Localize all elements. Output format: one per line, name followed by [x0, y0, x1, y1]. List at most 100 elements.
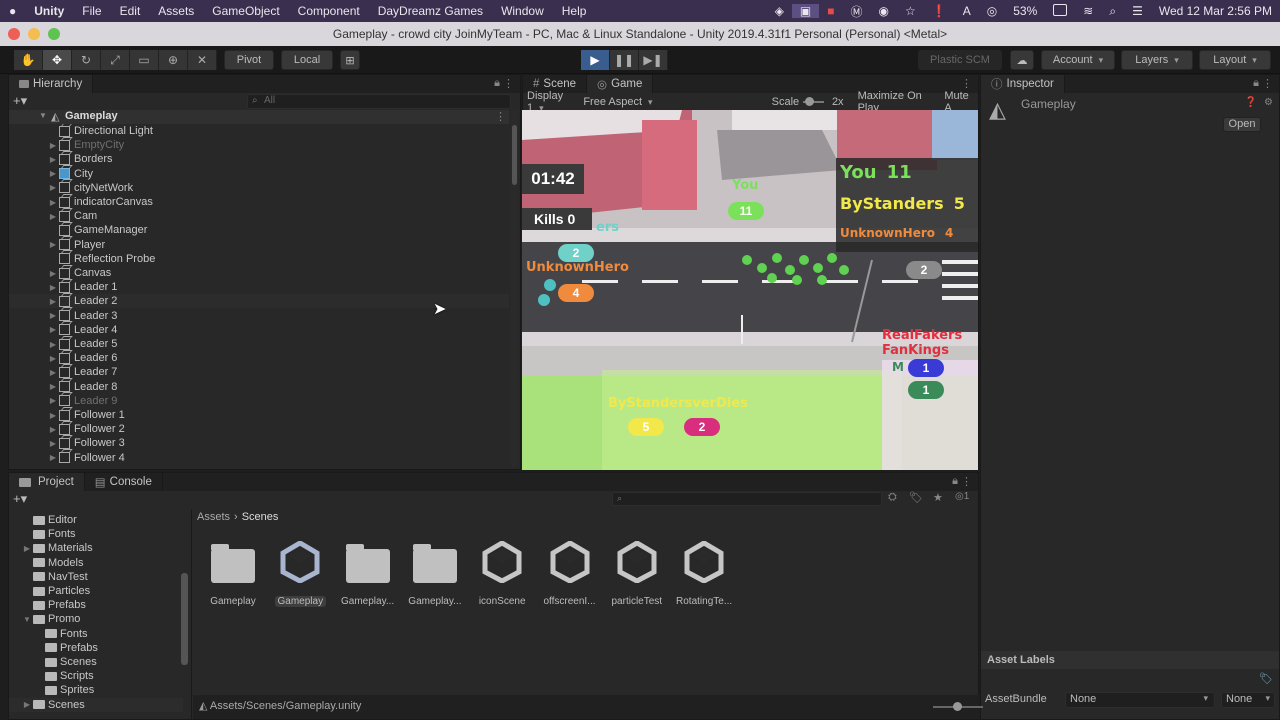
- expand-arrow-icon[interactable]: ▶: [47, 325, 59, 334]
- menu-item[interactable]: Assets: [149, 4, 203, 18]
- menu-item[interactable]: DayDreamz Games: [369, 4, 492, 18]
- wifi-icon[interactable]: ≋: [1075, 4, 1101, 18]
- scene-header-row[interactable]: ▼ ◭ Gameplay ⋮: [9, 110, 509, 124]
- project-tree-item[interactable]: Prefabs: [9, 641, 183, 655]
- close-window-button[interactable]: [8, 28, 20, 40]
- project-tree-item[interactable]: Fonts: [9, 527, 183, 541]
- expand-arrow-icon[interactable]: ▶: [47, 141, 59, 150]
- expand-arrow-icon[interactable]: ▶: [21, 544, 33, 553]
- help-icon[interactable]: ❓: [1245, 97, 1257, 108]
- project-tree-item[interactable]: Prefabs: [9, 598, 183, 612]
- hierarchy-row[interactable]: ▶ cityNetWork: [9, 181, 509, 195]
- kebab-menu-icon[interactable]: ⋮: [503, 77, 514, 90]
- project-tree-item[interactable]: Scripts: [9, 669, 183, 683]
- assetbundle-variant-dropdown[interactable]: None: [1221, 692, 1275, 708]
- expand-arrow-icon[interactable]: ▶: [47, 169, 59, 178]
- scale-tool-icon[interactable]: ⤢: [101, 50, 130, 70]
- app-menu[interactable]: Unity: [25, 4, 73, 18]
- expand-arrow-icon[interactable]: ▶: [47, 283, 59, 292]
- chevron-down-icon[interactable]: ▼: [21, 615, 33, 624]
- menu-item[interactable]: Help: [553, 4, 596, 18]
- expand-arrow-icon[interactable]: ▶: [47, 297, 59, 306]
- pivot-toggle[interactable]: Pivot: [224, 50, 274, 70]
- asset-item[interactable]: offscreenI...: [536, 540, 604, 607]
- expand-arrow-icon[interactable]: ▶: [47, 425, 59, 434]
- hierarchy-row[interactable]: ▶ Leader 8: [9, 380, 509, 394]
- move-tool-icon[interactable]: ✥: [43, 50, 72, 70]
- hierarchy-row[interactable]: ▶ Follower 1: [9, 408, 509, 422]
- cloud-icon[interactable]: ☁: [1010, 50, 1034, 70]
- project-tree-item[interactable]: Sprites: [9, 683, 183, 697]
- project-tree-item[interactable]: Editor: [9, 513, 183, 527]
- icon-size-slider-thumb[interactable]: [953, 702, 962, 711]
- status-icon-eye[interactable]: ◉: [871, 4, 897, 18]
- hierarchy-row[interactable]: ▶ Follower 2: [9, 422, 509, 436]
- icon-size-slider[interactable]: [933, 702, 983, 711]
- project-search-input[interactable]: ⌕: [612, 492, 882, 506]
- tree-scrollbar-thumb[interactable]: [181, 573, 188, 665]
- asset-item[interactable]: RotatingTe...: [670, 540, 738, 607]
- scrollbar-thumb[interactable]: [512, 125, 517, 185]
- project-tree-item[interactable]: Models: [9, 556, 183, 570]
- hierarchy-row[interactable]: ▶ Player: [9, 238, 509, 252]
- settings-gear-icon[interactable]: ⚙: [1264, 97, 1273, 108]
- hierarchy-row[interactable]: ▶ EmptyCity: [9, 138, 509, 152]
- project-tree-item[interactable]: ▼ Promo: [9, 612, 183, 626]
- asset-item[interactable]: Gameplay...: [334, 540, 402, 607]
- local-toggle[interactable]: Local: [281, 50, 333, 70]
- hierarchy-row[interactable]: ▶ Leader 9: [9, 394, 509, 408]
- keyboard-input-icon[interactable]: A: [955, 4, 979, 18]
- menu-item[interactable]: Edit: [111, 4, 150, 18]
- project-tree-item[interactable]: Scenes: [9, 655, 183, 669]
- expand-arrow-icon[interactable]: ▶: [47, 368, 59, 377]
- tab-inspector[interactable]: ⓘ Inspector: [981, 75, 1065, 93]
- hierarchy-row[interactable]: ▶ Leader 5: [9, 337, 509, 351]
- project-lock-icon[interactable]: 🔒︎: [952, 475, 958, 488]
- open-button[interactable]: Open: [1223, 117, 1261, 132]
- custom-tool-icon[interactable]: ✕: [188, 50, 217, 70]
- breadcrumb-scenes[interactable]: Scenes: [242, 511, 279, 523]
- menu-item[interactable]: File: [73, 4, 110, 18]
- search-icon[interactable]: ⌕: [1101, 4, 1124, 19]
- tab-game[interactable]: ◎ Game: [587, 75, 654, 93]
- control-center-icon[interactable]: ☰: [1124, 4, 1151, 18]
- expand-arrow-icon[interactable]: ▶: [47, 382, 59, 391]
- lock-icon[interactable]: 🔒︎: [494, 77, 500, 90]
- plastic-scm-button[interactable]: Plastic SCM: [918, 50, 1002, 70]
- layout-dropdown[interactable]: Layout: [1199, 50, 1271, 70]
- inspector-menu-icon[interactable]: ⋮: [1262, 77, 1273, 90]
- hierarchy-row[interactable]: ▶ indicatorCanvas: [9, 195, 509, 209]
- hierarchy-row[interactable]: Reflection Probe: [9, 252, 509, 266]
- hierarchy-row[interactable]: GameManager: [9, 223, 509, 237]
- expand-arrow-icon[interactable]: ▶: [47, 240, 59, 249]
- expand-arrow-icon[interactable]: ▶: [47, 439, 59, 448]
- create-plus-button[interactable]: +▾: [13, 93, 37, 109]
- hierarchy-row[interactable]: ▶ Follower 3: [9, 436, 509, 450]
- asset-item[interactable]: Gameplay: [266, 540, 334, 607]
- aspect-dropdown[interactable]: Free Aspect: [579, 96, 701, 108]
- project-tree-item[interactable]: ▶ Materials: [9, 541, 183, 555]
- inspector-lock-icon[interactable]: 🔒︎: [1253, 77, 1259, 90]
- project-tree-item[interactable]: NavTest: [9, 570, 183, 584]
- expand-arrow-icon[interactable]: ▶: [47, 311, 59, 320]
- datetime[interactable]: Wed 12 Mar 2:56 PM: [1151, 4, 1280, 18]
- airdrop-icon[interactable]: ◎: [979, 4, 1005, 18]
- status-icon-alert[interactable]: ❗: [924, 4, 955, 18]
- tag-icon[interactable]: 🏷︎: [1259, 672, 1273, 685]
- hierarchy-row[interactable]: ▶ Leader 7: [9, 365, 509, 379]
- tab-console[interactable]: ▤ Console: [85, 473, 163, 491]
- expand-arrow-icon[interactable]: ▶: [47, 453, 59, 462]
- breadcrumb-assets[interactable]: Assets: [197, 511, 230, 523]
- apple-menu-icon[interactable]: ●: [0, 4, 25, 18]
- expand-arrow-icon[interactable]: ▶: [47, 411, 59, 420]
- asset-labels-header[interactable]: Asset Labels: [981, 651, 1279, 669]
- hierarchy-scrollbar[interactable]: [511, 111, 518, 467]
- hierarchy-row[interactable]: ▶ Leader 4: [9, 323, 509, 337]
- hierarchy-search-input[interactable]: ⌕ All: [247, 94, 511, 109]
- expand-arrow-icon[interactable]: ▶: [21, 700, 33, 709]
- star-icon[interactable]: ☆: [897, 4, 924, 18]
- project-create-button[interactable]: +▾: [13, 491, 37, 507]
- status-icon-m[interactable]: Ⓜ: [843, 3, 871, 20]
- menu-item[interactable]: GameObject: [203, 4, 288, 18]
- project-tree-item[interactable]: ▶ Scenes: [9, 697, 183, 712]
